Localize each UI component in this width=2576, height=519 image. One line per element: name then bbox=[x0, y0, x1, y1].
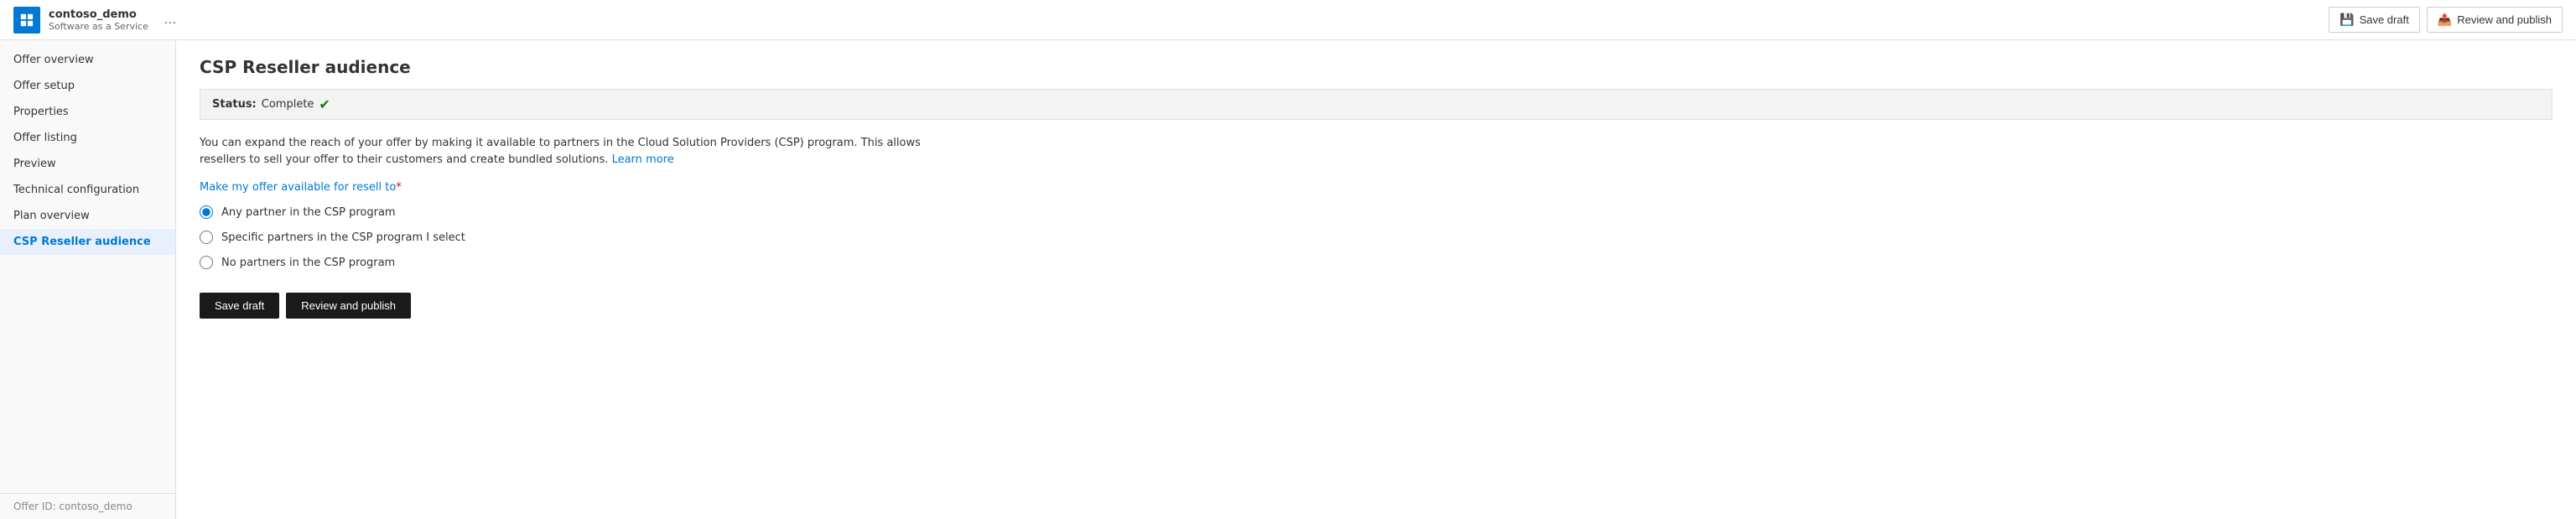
sidebar-item-preview[interactable]: Preview bbox=[0, 151, 175, 177]
radio-option-no-partners[interactable]: No partners in the CSP program bbox=[200, 256, 2553, 269]
content-area: CSP Reseller audience Status: Complete ✔… bbox=[176, 40, 2576, 519]
review-publish-label-top: Review and publish bbox=[2457, 13, 2552, 26]
status-value: Complete bbox=[262, 98, 314, 111]
ellipsis-button[interactable]: … bbox=[157, 9, 184, 31]
sidebar-item-offer-setup[interactable]: Offer setup bbox=[0, 73, 175, 99]
description-content: You can expand the reach of your offer b… bbox=[200, 137, 921, 166]
radio-specific-partners[interactable] bbox=[200, 231, 213, 244]
action-buttons: Save draft Review and publish bbox=[200, 293, 2553, 319]
main-layout: Offer overview Offer setup Properties Of… bbox=[0, 40, 2576, 519]
radio-group: Any partner in the CSP program Specific … bbox=[200, 205, 2553, 269]
offer-id-label: Offer ID: contoso_demo bbox=[0, 493, 175, 519]
top-bar: contoso_demo Software as a Service … 💾 S… bbox=[0, 0, 2576, 40]
top-bar-left: contoso_demo Software as a Service … bbox=[13, 7, 184, 34]
sidebar: Offer overview Offer setup Properties Of… bbox=[0, 40, 176, 519]
sidebar-item-offer-listing[interactable]: Offer listing bbox=[0, 125, 175, 151]
resell-label-text: Make my offer available for resell to bbox=[200, 181, 396, 194]
status-check-icon: ✔ bbox=[319, 96, 330, 112]
app-icon bbox=[13, 7, 40, 34]
radio-specific-partners-label: Specific partners in the CSP program I s… bbox=[221, 231, 465, 244]
sidebar-item-csp-reseller-audience[interactable]: CSP Reseller audience bbox=[0, 229, 175, 255]
sidebar-item-offer-overview[interactable]: Offer overview bbox=[0, 47, 175, 73]
top-bar-right: 💾 Save draft 📤 Review and publish bbox=[2329, 7, 2563, 33]
app-name: contoso_demo Software as a Service bbox=[49, 8, 148, 32]
sidebar-item-technical-configuration[interactable]: Technical configuration bbox=[0, 177, 175, 203]
radio-option-specific-partners[interactable]: Specific partners in the CSP program I s… bbox=[200, 231, 2553, 244]
save-draft-label-top: Save draft bbox=[2360, 13, 2409, 26]
learn-more-link[interactable]: Learn more bbox=[612, 153, 674, 166]
app-name-title: contoso_demo bbox=[49, 8, 148, 21]
save-icon: 💾 bbox=[2340, 13, 2354, 27]
resell-label: Make my offer available for resell to* bbox=[200, 181, 2553, 194]
sidebar-item-properties[interactable]: Properties bbox=[0, 99, 175, 125]
status-label: Status: bbox=[212, 98, 257, 111]
review-publish-button-top[interactable]: 📤 Review and publish bbox=[2427, 7, 2563, 33]
app-name-subtitle: Software as a Service bbox=[49, 21, 148, 32]
radio-any-partner[interactable] bbox=[200, 205, 213, 219]
sidebar-nav: Offer overview Offer setup Properties Of… bbox=[0, 40, 175, 262]
save-draft-button[interactable]: Save draft bbox=[200, 293, 279, 319]
status-bar: Status: Complete ✔ bbox=[200, 89, 2553, 120]
required-marker: * bbox=[396, 181, 402, 194]
radio-any-partner-label: Any partner in the CSP program bbox=[221, 206, 396, 219]
description-text: You can expand the reach of your offer b… bbox=[200, 135, 954, 168]
radio-no-partners-label: No partners in the CSP program bbox=[221, 257, 395, 269]
radio-option-any-partner[interactable]: Any partner in the CSP program bbox=[200, 205, 2553, 219]
review-publish-button[interactable]: Review and publish bbox=[286, 293, 411, 319]
page-title: CSP Reseller audience bbox=[200, 57, 2553, 77]
sidebar-item-plan-overview[interactable]: Plan overview bbox=[0, 203, 175, 229]
save-draft-button-top[interactable]: 💾 Save draft bbox=[2329, 7, 2420, 33]
publish-icon: 📤 bbox=[2438, 13, 2452, 27]
radio-no-partners[interactable] bbox=[200, 256, 213, 269]
